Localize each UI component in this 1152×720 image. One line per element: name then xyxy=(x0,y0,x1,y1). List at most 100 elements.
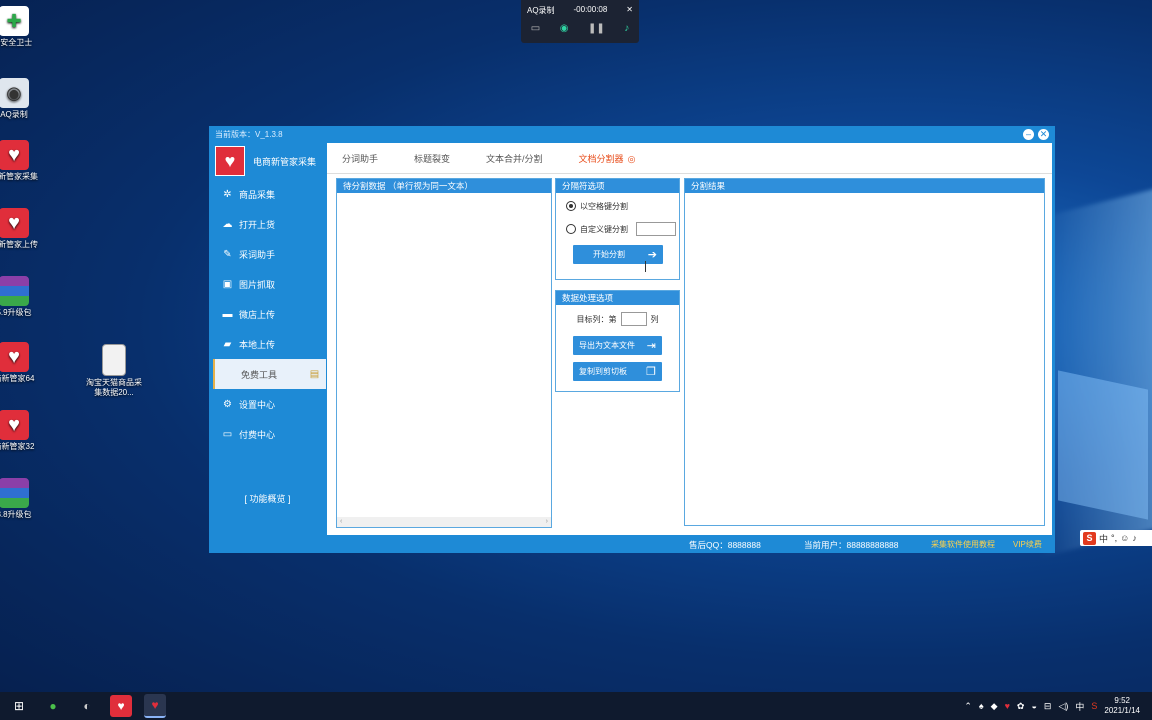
cloud-icon: ☁ xyxy=(222,218,233,230)
custom-separator-input[interactable] xyxy=(636,222,676,236)
pause-icon[interactable]: ❚❚ xyxy=(588,23,605,34)
scroll-left-icon[interactable]: ‹ xyxy=(340,517,342,527)
radio-label: 以空格键分割 xyxy=(580,201,628,211)
volume-icon[interactable]: ◁) xyxy=(1058,701,1068,712)
desktop-icon-360[interactable]: ✚ 0安全卫士 xyxy=(0,6,44,48)
image-icon: ▣ xyxy=(222,278,233,290)
recorder-app-icon[interactable]: ◐ xyxy=(76,695,98,717)
close-icon[interactable]: ✕ xyxy=(626,5,633,16)
microphone-icon[interactable]: ♪ xyxy=(1132,533,1137,543)
start-split-button[interactable]: 开始分割 ➔ xyxy=(573,245,663,264)
scroll-right-icon[interactable]: › xyxy=(546,517,548,527)
sidebar-item-label: 设置中心 xyxy=(239,399,276,410)
desktop-icon-32[interactable]: 商新管家32 xyxy=(0,410,44,452)
sidebar-item-local-upload[interactable]: ▰ 本地上传 xyxy=(209,329,326,359)
punctuation-icon[interactable]: °, xyxy=(1111,533,1117,543)
tab-text-merge-split[interactable]: 文本合并/分割 xyxy=(486,152,543,165)
target-prefix: 目标列：第 xyxy=(576,314,617,324)
app-logo-icon: ♥ xyxy=(215,146,245,176)
app-logo-icon xyxy=(0,140,29,170)
target-column-input[interactable] xyxy=(620,312,647,326)
tray-chevron-up-icon[interactable]: ⌃ xyxy=(964,701,972,712)
radio-custom-split[interactable]: 自定义键分割 xyxy=(556,219,679,239)
microphone-icon[interactable]: ♪ xyxy=(624,23,629,34)
sidebar-item-keyword-helper[interactable]: ✎ 采词助手 xyxy=(209,239,326,269)
vip-renew-link[interactable]: VIP续费 xyxy=(1013,539,1042,550)
bug-icon: ✲ xyxy=(223,188,232,200)
export-text-button[interactable]: 导出为文本文件 ⇥ xyxy=(573,336,662,355)
desktop-icon-label: 淘宝天猫商品采集数据20... xyxy=(86,378,142,397)
sidebar-item-upload-goods[interactable]: ☁ 打开上货 xyxy=(209,209,326,239)
sidebar-item-label: 本地上传 xyxy=(239,339,276,350)
separator-panel: 分隔符选项 以空格键分割 自定义键分割 开始分割 ➔ xyxy=(555,178,680,280)
feature-overview-link[interactable]: [ 功能概览 ] xyxy=(209,492,326,505)
network-icon[interactable]: ⊟ xyxy=(1044,701,1052,712)
title-bar: 当前版本：V_1.3.8 – ✕ xyxy=(209,126,1055,143)
sogou-tray-icon[interactable]: S xyxy=(1091,701,1097,711)
screen-recorder-widget: AQ录制 -00:00:08 ✕ ▭ ◉ ❚❚ ♪ xyxy=(521,0,639,43)
process-panel: 数据处理选项 目标列：第 列 导出为文本文件 ⇥ 复制到剪切板 ❐ xyxy=(555,290,680,392)
folder-icon: ▰ xyxy=(223,338,232,350)
sidebar-item-label: 采词助手 xyxy=(239,249,276,260)
emoji-icon[interactable]: ☺ xyxy=(1120,533,1129,543)
main-content: 分词助手 标题裂变 文本合并/分割 文档分割器 ◎ 待分割数据 （单行视为同一文本… xyxy=(327,143,1052,535)
result-panel: 分割结果 xyxy=(684,178,1045,526)
close-icon[interactable]: ✕ xyxy=(1038,129,1049,140)
desktop-icon-data-file[interactable]: 淘宝天猫商品采集数据20... xyxy=(84,344,144,398)
browser-360-icon[interactable]: ● xyxy=(42,695,64,717)
desktop-icon-label: 商新管家32 xyxy=(0,442,35,451)
minimize-icon[interactable]: – xyxy=(1023,129,1034,140)
clock-time: 9:52 xyxy=(1114,696,1130,705)
archive-icon xyxy=(0,276,29,306)
sidebar-item-collect[interactable]: ✲ 商品采集 xyxy=(209,179,326,209)
desktop-icon-collect[interactable]: 商新管家采集 xyxy=(0,140,44,182)
ime-mode[interactable]: 中 xyxy=(1099,532,1108,545)
button-label: 导出为文本文件 xyxy=(579,341,635,350)
app-logo-icon[interactable]: ♥ xyxy=(110,695,132,717)
tray-app-icon[interactable]: ✿ xyxy=(1017,701,1025,712)
sidebar-item-weidian-upload[interactable]: ▬ 微店上传 xyxy=(209,299,326,329)
tray-app-icon[interactable]: ◆ xyxy=(991,701,998,712)
horizontal-scrollbar[interactable]: ‹ › xyxy=(337,517,551,527)
input-language[interactable]: 中 xyxy=(1075,700,1084,713)
window-icon[interactable]: ▭ xyxy=(531,23,540,34)
system-clock[interactable]: 9:52 2021/1/14 xyxy=(1104,696,1140,716)
version-label: 当前版本：V_1.3.8 xyxy=(215,130,283,139)
gear-icon: ⚙ xyxy=(223,398,232,410)
sidebar: ♥ 电商新管家采集 ✲ 商品采集 ☁ 打开上货 ✎ 采词助手 ▣ 图片抓取 ▬ … xyxy=(209,143,326,535)
clock-date: 2021/1/14 xyxy=(1104,706,1140,715)
tab-word-segment[interactable]: 分词助手 xyxy=(342,152,378,165)
radio-label: 自定义键分割 xyxy=(580,224,628,234)
copy-clipboard-button[interactable]: 复制到剪切板 ❐ xyxy=(573,362,662,381)
task-view-icon[interactable]: ⊞ xyxy=(8,695,30,717)
tray-app-icon[interactable]: ♥ xyxy=(1005,701,1010,711)
app-logo-icon xyxy=(0,342,29,372)
record-icon[interactable]: ◉ xyxy=(560,23,569,34)
tutorial-link[interactable]: 采集软件使用教程 xyxy=(931,539,995,550)
tray-app-icon[interactable]: ◒ xyxy=(1031,701,1036,711)
desktop-icon-upgrade-59[interactable]: 5.9升级包 xyxy=(0,276,44,318)
sidebar-item-free-tools[interactable]: 免费工具 ▤ xyxy=(213,359,326,389)
desktop-icon-64[interactable]: 商新管家64 xyxy=(0,342,44,384)
app-logo-icon-active[interactable]: ♥ xyxy=(144,694,166,718)
ime-toolbar[interactable]: S 中 °, ☺ ♪ xyxy=(1080,530,1152,546)
sidebar-item-payment[interactable]: ▭ 付费中心 xyxy=(209,419,326,449)
radio-icon xyxy=(566,224,576,234)
desktop-icon-aq[interactable]: ◉ AQ录制 xyxy=(0,78,44,120)
result-textarea[interactable] xyxy=(685,193,1044,525)
tab-title-fission[interactable]: 标题裂变 xyxy=(414,152,450,165)
sidebar-item-image-grab[interactable]: ▣ 图片抓取 xyxy=(209,269,326,299)
current-user: 当前用户：88888888888 xyxy=(804,539,899,550)
sogou-icon: S xyxy=(1083,531,1096,545)
desktop-icon-upgrade-38[interactable]: 3.8升级包 xyxy=(0,478,44,520)
sidebar-item-settings[interactable]: ⚙ 设置中心 xyxy=(209,389,326,419)
desktop-icon-label: 0安全卫士 xyxy=(0,38,33,47)
tab-doc-splitter[interactable]: 文档分割器 ◎ xyxy=(579,152,636,165)
wallpaper-light-lower xyxy=(1058,370,1148,520)
input-textarea[interactable] xyxy=(337,193,551,517)
desktop-icon-label: 5.9升级包 xyxy=(0,308,32,317)
tray-app-icon[interactable]: ♠ xyxy=(979,701,984,711)
desktop-icon-upload[interactable]: 商新管家上传 xyxy=(0,208,44,250)
radio-space-split[interactable]: 以空格键分割 xyxy=(556,196,679,216)
input-panel: 待分割数据 （单行视为同一文本） ‹ › xyxy=(336,178,552,528)
